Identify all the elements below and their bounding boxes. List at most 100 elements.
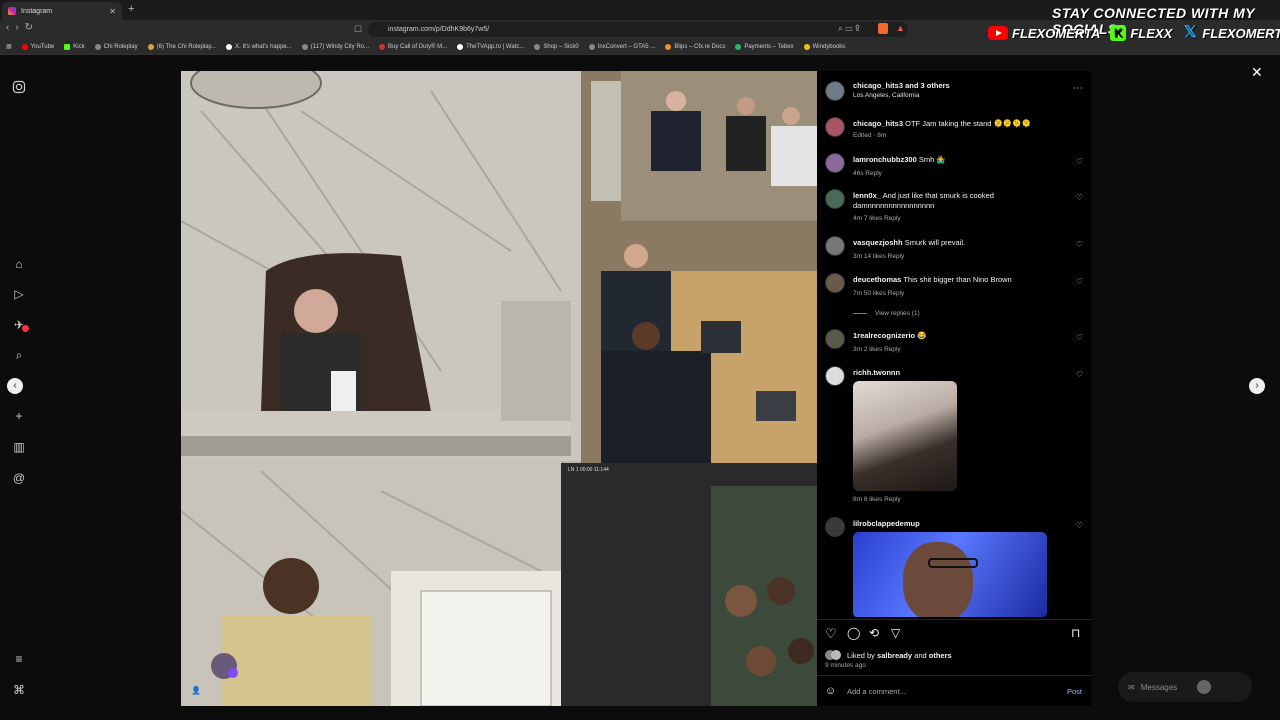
- commenter-avatar[interactable]: [825, 329, 845, 349]
- post-comment-button[interactable]: Post: [1067, 687, 1082, 696]
- liked-by-others[interactable]: others: [929, 651, 952, 660]
- liked-by-avatars[interactable]: [825, 650, 841, 660]
- close-tab-icon[interactable]: ✕: [109, 7, 116, 16]
- bookmark-item[interactable]: (117) Windy City Ro...: [301, 43, 369, 50]
- address-bar[interactable]: instagram.com/p/DdhK9b6y7w5/: [368, 22, 908, 37]
- comment-meta[interactable]: 7m 50 likes Reply: [853, 290, 904, 297]
- comment-meta[interactable]: 3m 2 likes Reply: [853, 346, 901, 353]
- tagged-users-icon[interactable]: 👤: [191, 686, 201, 695]
- commenter-avatar[interactable]: [825, 517, 845, 537]
- like-comment-icon[interactable]: ♡: [1076, 240, 1083, 249]
- reels-icon[interactable]: ▷: [12, 287, 26, 301]
- brave-shield-icon[interactable]: [878, 23, 888, 34]
- commenter-avatar[interactable]: [825, 153, 845, 173]
- comment: vasquezjoshh Smurk will prevail. 3m 14 l…: [825, 236, 1087, 264]
- search-icon[interactable]: ⌕: [12, 348, 26, 362]
- zoom-icon[interactable]: ⌕ ▭ ⇪: [838, 23, 860, 34]
- comment-input[interactable]: Add a comment...: [847, 687, 906, 696]
- comment-text: Smurk will prevail.: [904, 238, 966, 247]
- commenter-avatar[interactable]: [825, 189, 845, 209]
- comment-icon[interactable]: ◯: [847, 626, 860, 640]
- like-post-icon[interactable]: ♡: [825, 626, 837, 642]
- comment-username[interactable]: vasquezjoshh: [853, 238, 903, 247]
- messages-icon: ✉: [1128, 682, 1135, 692]
- coauthors-link[interactable]: and 3 others: [905, 81, 950, 90]
- comment-username[interactable]: lilrobclappedemup: [853, 519, 920, 528]
- commenter-avatar[interactable]: [825, 273, 845, 293]
- bookmark-item[interactable]: (6) The Chi Roleplay...: [147, 43, 216, 50]
- like-comment-icon[interactable]: ♡: [1076, 193, 1083, 202]
- bookmark-page-icon[interactable]: ☐: [354, 24, 362, 35]
- bookmarks-bar: ▦ YouTube Kick Chi Roleplay (6) The Chi …: [0, 39, 1280, 55]
- post-video[interactable]: LN 1 00:00 11:144 👤: [181, 71, 817, 706]
- post-location[interactable]: Los Angeles, California: [853, 92, 920, 99]
- like-comment-icon[interactable]: ♡: [1076, 333, 1083, 342]
- create-icon[interactable]: +: [12, 409, 26, 423]
- comment-username[interactable]: deucethomas: [853, 275, 901, 284]
- bookmark-item[interactable]: Blips – Cfx.re Docs: [665, 43, 725, 50]
- like-comment-icon[interactable]: ♡: [1076, 521, 1083, 530]
- dashboard-icon[interactable]: ▥: [12, 440, 26, 454]
- bookmark-item[interactable]: TheTVApp.to | Watc...: [457, 43, 524, 50]
- bookmark-item[interactable]: X. It's what's happe...: [226, 43, 292, 50]
- close-modal-icon[interactable]: ✕: [1251, 64, 1263, 81]
- author-avatar[interactable]: [825, 117, 845, 137]
- emoji-icon[interactable]: ☺: [825, 685, 836, 697]
- comment-meta[interactable]: 4m 7 likes Reply: [853, 215, 901, 222]
- socials-overlay: FLEXOMERTA KFLEXX 𝕏 FLEXOMERTA: [988, 25, 1280, 41]
- bookmark-item[interactable]: Payments – Tebex: [735, 43, 794, 50]
- comment-username[interactable]: lenn0x_: [853, 191, 881, 200]
- bookmark-item[interactable]: Shop – Sick0: [534, 43, 579, 50]
- threads-icon[interactable]: @: [12, 471, 26, 485]
- view-replies-link[interactable]: View replies (1): [853, 310, 920, 317]
- messages-button[interactable]: ✉ Messages: [1118, 672, 1252, 702]
- next-post-button[interactable]: ›: [1249, 378, 1265, 394]
- bookmark-item[interactable]: YouTube: [21, 43, 54, 50]
- commenter-avatar[interactable]: [825, 366, 845, 386]
- comment-username[interactable]: richh.twonnn: [853, 368, 900, 377]
- apps-icon[interactable]: ▦: [6, 43, 12, 50]
- youtube-handle: FLEXOMERTA: [1012, 25, 1101, 41]
- comment-meta[interactable]: 3m 14 likes Reply: [853, 253, 904, 260]
- repost-icon[interactable]: ⟲: [869, 626, 879, 640]
- comment-username[interactable]: 1realrecognizerio: [853, 331, 915, 340]
- bookmark-item[interactable]: Buy Call of Duty® M...: [379, 43, 447, 50]
- kick-icon: K: [1110, 25, 1127, 41]
- comment-gif-image[interactable]: [853, 532, 1047, 617]
- like-comment-icon[interactable]: ♡: [1076, 370, 1083, 379]
- bookmark-item[interactable]: Kick: [64, 43, 85, 50]
- instagram-logo-icon[interactable]: [12, 80, 26, 94]
- more-icon[interactable]: ⌘: [12, 683, 26, 697]
- commenter-avatar[interactable]: [825, 236, 845, 256]
- like-comment-icon[interactable]: ♡: [1076, 157, 1083, 166]
- kick-handle: FLEXX: [1130, 25, 1173, 41]
- divider: [817, 675, 1091, 676]
- comment-meta[interactable]: 8m 8 likes Reply: [853, 496, 901, 503]
- menu-icon[interactable]: ≡: [12, 652, 26, 666]
- liked-by-user[interactable]: salbready: [877, 651, 912, 660]
- rewards-icon[interactable]: ▲: [896, 23, 905, 33]
- bookmark-item[interactable]: Windybooks: [803, 43, 845, 50]
- share-icon[interactable]: ▽: [891, 626, 900, 640]
- browser-tab[interactable]: Instagram ✕: [2, 2, 122, 20]
- caption: chicago_hits3 OTF Jam taking the stand 🫠…: [825, 117, 1087, 145]
- author-avatar[interactable]: [825, 81, 845, 101]
- bookmark-item[interactable]: InxConvert – GTA5 ...: [588, 43, 655, 50]
- home-icon[interactable]: ⌂: [12, 257, 26, 271]
- nav-buttons[interactable]: ‹›↻: [6, 22, 39, 33]
- like-comment-icon[interactable]: ♡: [1076, 277, 1083, 286]
- comment-text: Smh 🤷‍♂️: [918, 155, 946, 164]
- comment-gif-image[interactable]: [853, 381, 957, 491]
- comment-username[interactable]: lamronchubbz300: [853, 155, 917, 164]
- new-tab-icon[interactable]: +: [128, 3, 134, 15]
- more-options-icon[interactable]: ⋯: [1073, 83, 1083, 94]
- video-timestamp: LN 1 00:00 11:144: [568, 467, 609, 473]
- bookmark-item[interactable]: Chi Roleplay: [94, 43, 138, 50]
- save-icon[interactable]: ⊓: [1071, 626, 1080, 640]
- tab-title: Instagram: [21, 7, 53, 15]
- comment-meta[interactable]: 46s Reply: [853, 170, 882, 177]
- previous-post-button[interactable]: ‹: [7, 378, 23, 394]
- caption-username[interactable]: chicago_hits3: [853, 119, 903, 128]
- comment: deucethomas This shit bigger than Nino B…: [825, 273, 1087, 321]
- author-username[interactable]: chicago_hits3: [853, 81, 903, 90]
